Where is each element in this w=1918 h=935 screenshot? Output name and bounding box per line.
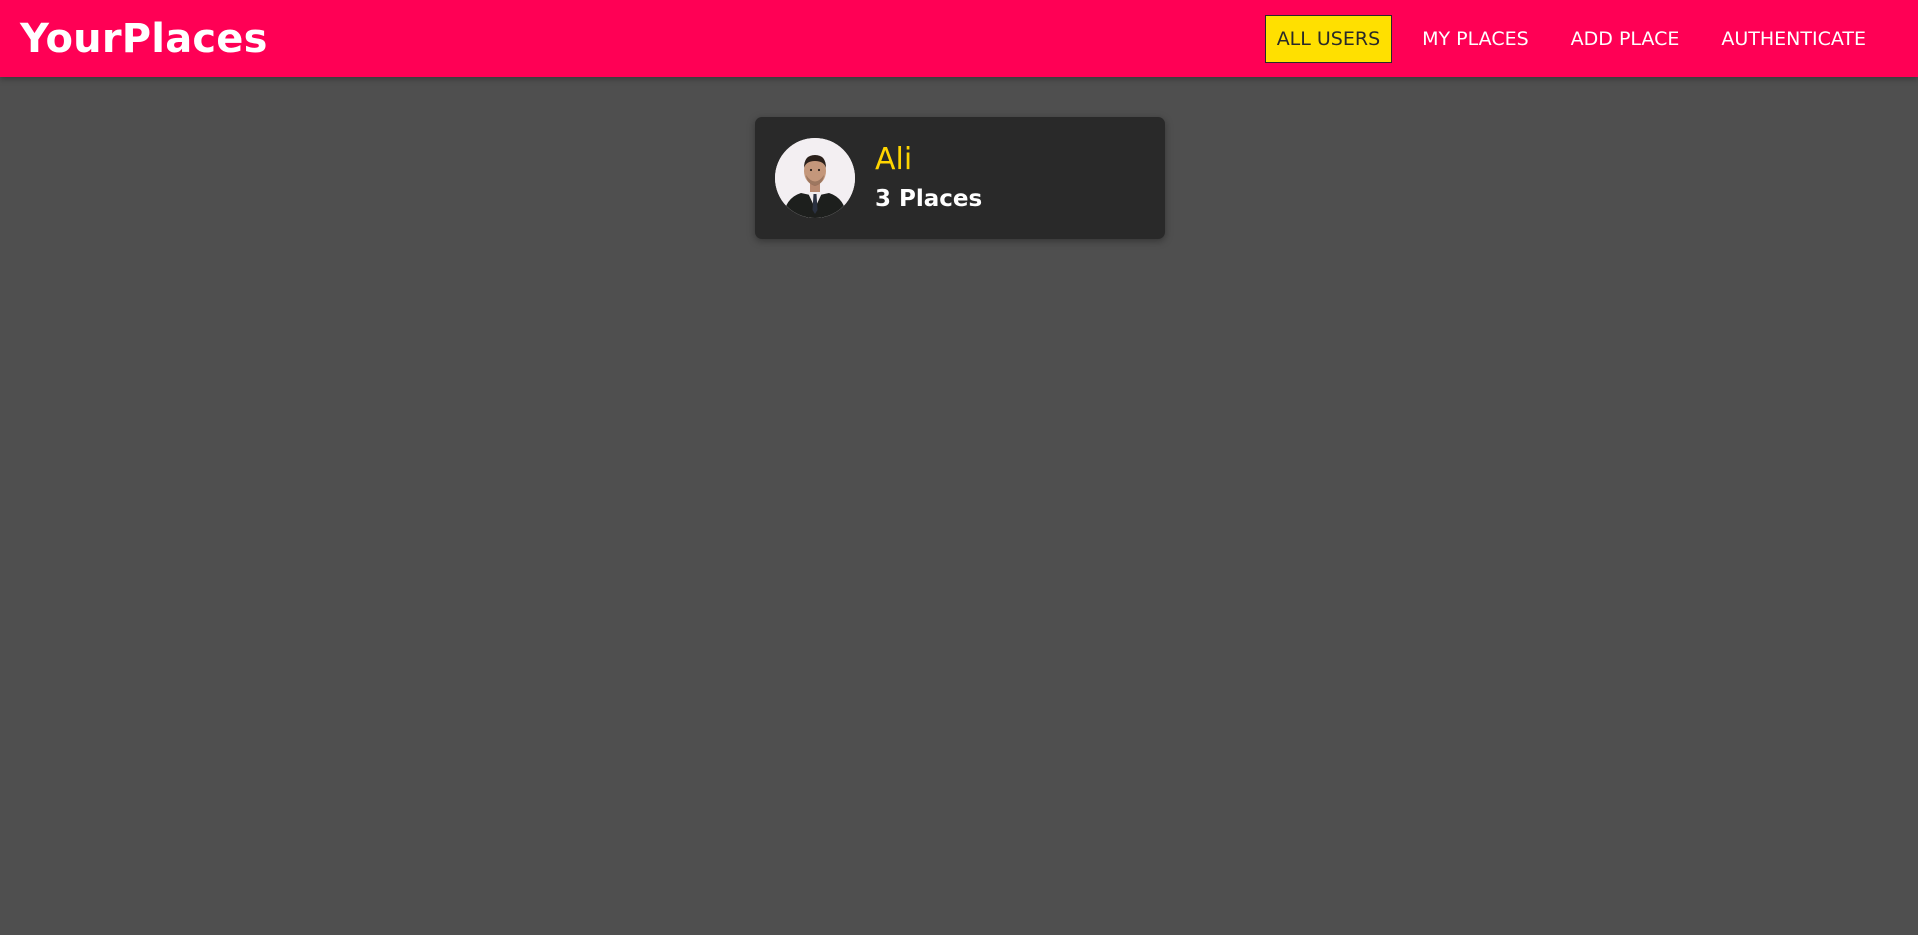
user-portrait-icon (775, 138, 855, 218)
user-info: Ali 3 Places (875, 142, 982, 214)
user-place-count: 3 Places (875, 186, 983, 213)
user-name: Ali (875, 142, 913, 178)
user-card[interactable]: Ali 3 Places (755, 117, 1165, 239)
main-header: YourPlaces ALL USERS MY PLACES ADD PLACE… (0, 0, 1918, 77)
nav-my-places[interactable]: MY PLACES (1410, 15, 1541, 63)
nav-authenticate[interactable]: AUTHENTICATE (1709, 15, 1878, 63)
brand-logo-link[interactable]: YourPlaces (20, 16, 268, 62)
main-navigation: ALL USERS MY PLACES ADD PLACE AUTHENTICA… (1264, 14, 1878, 63)
nav-add-place[interactable]: ADD PLACE (1559, 15, 1692, 63)
nav-all-users[interactable]: ALL USERS (1264, 14, 1393, 63)
user-avatar (775, 138, 855, 218)
users-list: Ali 3 Places (0, 77, 1918, 935)
